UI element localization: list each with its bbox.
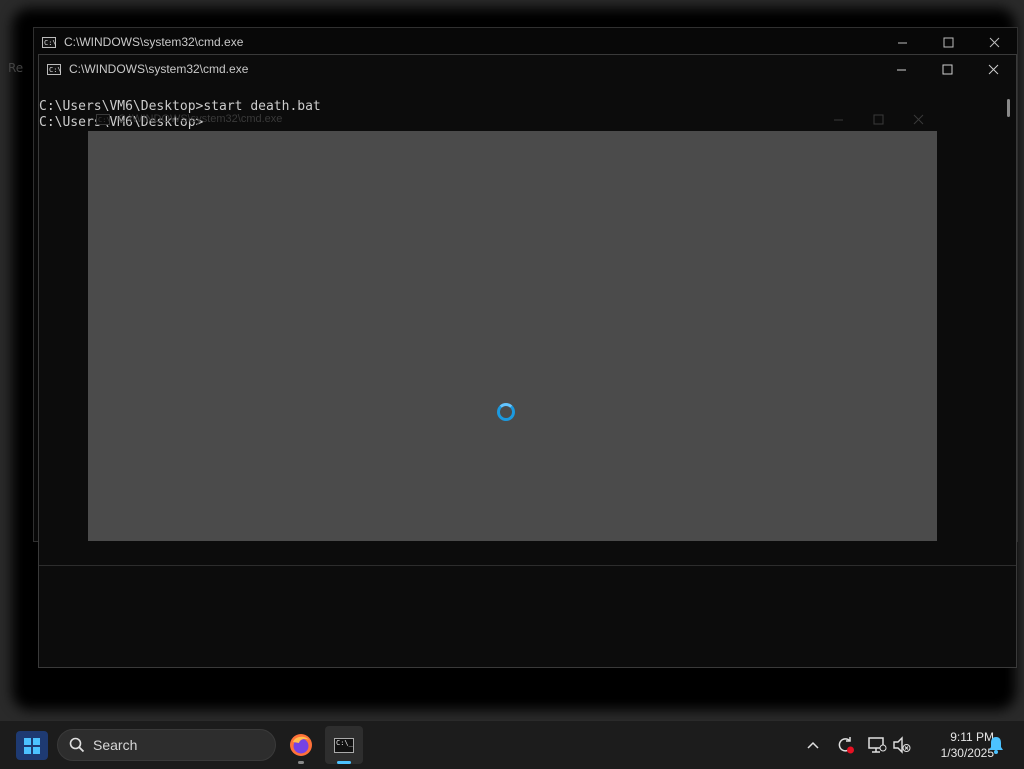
cmd-app-icon: C:\ (96, 113, 111, 125)
maximize-button[interactable] (925, 28, 971, 56)
cmd-window-ghost-titlebar[interactable]: C:\ C:\WINDOWS\system32\cmd.exe (88, 108, 938, 130)
taskbar-app-cmd[interactable]: C:\_ (325, 726, 363, 764)
cmd-app-icon: C:\ (42, 36, 57, 48)
maximize-button[interactable] (924, 55, 970, 83)
loading-window-body[interactable] (88, 131, 937, 541)
search-icon (69, 737, 85, 753)
window-title: C:\WINDOWS\system32\cmd.exe (69, 62, 249, 76)
sync-alert-icon (838, 737, 854, 754)
desktop: Re C:\ C:\WINDOWS\system32\cmd.exe C:\ C… (0, 0, 1024, 720)
cmd-app-icon: C:\ (47, 63, 62, 75)
running-indicator (298, 761, 304, 764)
window-title: C:\WINDOWS\system32\cmd.exe (64, 35, 244, 49)
close-button[interactable] (971, 28, 1017, 56)
start-button[interactable] (16, 731, 48, 760)
network-icon (868, 737, 887, 753)
bell-icon (989, 737, 1003, 754)
scrollbar-thumb[interactable] (1007, 99, 1010, 117)
notifications-button[interactable] (984, 733, 1008, 757)
taskbar-app-firefox[interactable] (282, 726, 320, 764)
chevron-up-icon (807, 741, 819, 749)
titlebar[interactable]: C:\ C:\WINDOWS\system32\cmd.exe (39, 55, 1016, 83)
close-button[interactable] (970, 55, 1016, 83)
maximize-icon (873, 114, 883, 124)
active-indicator (337, 761, 351, 764)
close-icon (988, 64, 998, 74)
search-input[interactable]: Search (57, 729, 276, 761)
sync-status-button[interactable] (833, 733, 857, 757)
minimize-icon (897, 42, 907, 43)
window-title: C:\WINDOWS\system32\cmd.exe (118, 113, 283, 125)
minimize-icon (896, 69, 906, 70)
show-hidden-icons-button[interactable] (801, 733, 825, 757)
clock[interactable]: 9:11 PM 1/30/2025 (918, 729, 994, 761)
minimize-icon (833, 119, 843, 120)
desktop-icon-label[interactable]: Re (8, 61, 23, 75)
terminal-icon: C:\_ (334, 737, 354, 753)
close-button[interactable] (898, 108, 938, 130)
minimize-button[interactable] (878, 55, 924, 83)
volume-muted-icon (893, 736, 911, 754)
clock-date: 1/30/2025 (940, 746, 994, 760)
search-label: Search (93, 737, 138, 753)
network-button[interactable] (865, 733, 889, 757)
windows-logo-icon (24, 737, 40, 754)
minimize-button[interactable] (879, 28, 925, 56)
volume-button[interactable] (890, 733, 914, 757)
maximize-icon (943, 37, 953, 47)
close-icon (913, 114, 923, 124)
minimize-button[interactable] (818, 108, 858, 130)
clock-time: 9:11 PM (950, 730, 994, 744)
taskbar: Search C:\_ 9:11 PM 1/30/2025 (0, 720, 1024, 769)
firefox-icon (290, 734, 312, 756)
loading-spinner-icon (497, 403, 515, 421)
divider (39, 565, 1016, 566)
titlebar[interactable]: C:\ C:\WINDOWS\system32\cmd.exe (34, 28, 1017, 56)
maximize-icon (942, 64, 952, 74)
close-icon (989, 37, 999, 47)
maximize-button[interactable] (858, 108, 898, 130)
